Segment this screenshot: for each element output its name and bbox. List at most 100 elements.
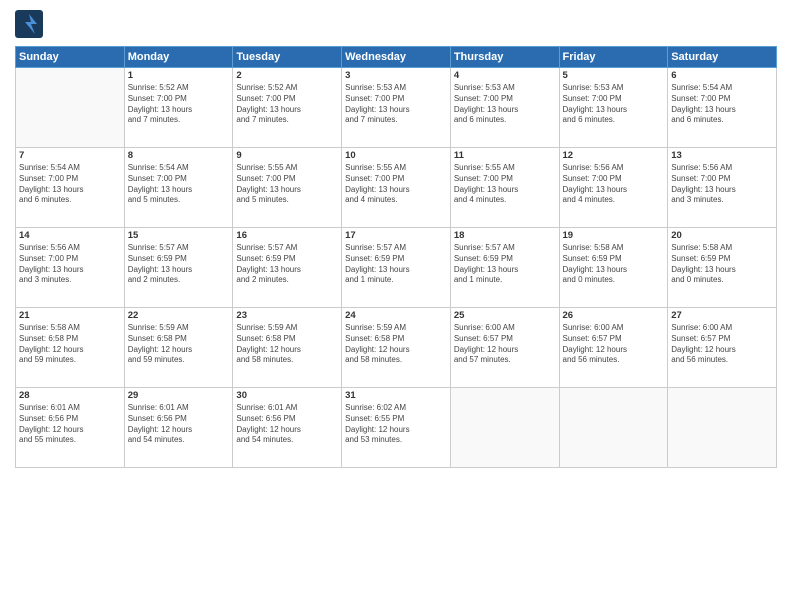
- day-info: Sunrise: 5:57 AM Sunset: 6:59 PM Dayligh…: [128, 243, 230, 286]
- calendar-cell: 20Sunrise: 5:58 AM Sunset: 6:59 PM Dayli…: [668, 228, 777, 308]
- day-number: 18: [454, 230, 556, 241]
- calendar-cell: 19Sunrise: 5:58 AM Sunset: 6:59 PM Dayli…: [559, 228, 668, 308]
- main-container: SundayMondayTuesdayWednesdayThursdayFrid…: [0, 0, 792, 478]
- calendar-cell: 5 Sunrise: 5:53 AM Sunset: 7:00 PM Daylig…: [559, 68, 668, 148]
- day-info: Sunrise: 5:59 AM Sunset: 6:58 PM Dayligh…: [236, 323, 338, 366]
- weekday-header: Tuesday: [233, 47, 342, 68]
- day-info: Sunrise: 5:55 AM Sunset: 7:00 PM Dayligh…: [345, 163, 447, 206]
- weekday-header: Thursday: [450, 47, 559, 68]
- day-info: Sunrise: 5:58 AM Sunset: 6:58 PM Dayligh…: [19, 323, 121, 366]
- calendar-cell: 11 Sunrise: 5:55 AM Sunset: 7:00 PM Dayli…: [450, 148, 559, 228]
- day-number: 10: [345, 150, 447, 161]
- day-info: Sunrise: 5:52 AM Sunset: 7:00 PM Dayligh…: [236, 83, 338, 126]
- day-info: Sunrise: 6:01 AM Sunset: 6:56 PM Dayligh…: [236, 403, 338, 446]
- calendar-cell: 31 Sunrise: 6:02 AM Sunset: 6:55 PM Dayli…: [342, 388, 451, 468]
- calendar-cell: 15 Sunrise: 5:57 AM Sunset: 6:59 PM Dayli…: [124, 228, 233, 308]
- calendar-cell: 17 Sunrise: 5:57 AM Sunset: 6:59 PM Dayli…: [342, 228, 451, 308]
- calendar-cell: 4 Sunrise: 5:53 AM Sunset: 7:00 PM Daylig…: [450, 68, 559, 148]
- day-number: 29: [128, 390, 230, 401]
- day-info: Sunrise: 5:56 AM Sunset: 7:00 PM Dayligh…: [563, 163, 665, 206]
- weekday-header: Saturday: [668, 47, 777, 68]
- calendar-cell: [559, 388, 668, 468]
- calendar-body: 1 Sunrise: 5:52 AM Sunset: 7:00 PM Daylig…: [16, 68, 777, 468]
- calendar-week-row: 1 Sunrise: 5:52 AM Sunset: 7:00 PM Daylig…: [16, 68, 777, 148]
- day-info: Sunrise: 5:56 AM Sunset: 7:00 PM Dayligh…: [671, 163, 773, 206]
- day-info: Sunrise: 6:02 AM Sunset: 6:55 PM Dayligh…: [345, 403, 447, 446]
- day-number: 22: [128, 310, 230, 321]
- day-number: 28: [19, 390, 121, 401]
- calendar-cell: 30Sunrise: 6:01 AM Sunset: 6:56 PM Dayli…: [233, 388, 342, 468]
- day-info: Sunrise: 5:54 AM Sunset: 7:00 PM Dayligh…: [128, 163, 230, 206]
- day-number: 11: [454, 150, 556, 161]
- header-row: SundayMondayTuesdayWednesdayThursdayFrid…: [16, 47, 777, 68]
- day-number: 31: [345, 390, 447, 401]
- logo: [15, 10, 47, 38]
- calendar-cell: 14 Sunrise: 5:56 AM Sunset: 7:00 PM Dayli…: [16, 228, 125, 308]
- calendar-week-row: 14 Sunrise: 5:56 AM Sunset: 7:00 PM Dayli…: [16, 228, 777, 308]
- calendar-cell: 8Sunrise: 5:54 AM Sunset: 7:00 PM Daylig…: [124, 148, 233, 228]
- day-info: Sunrise: 5:53 AM Sunset: 7:00 PM Dayligh…: [454, 83, 556, 126]
- logo-icon: [15, 10, 43, 38]
- calendar-cell: 10 Sunrise: 5:55 AM Sunset: 7:00 PM Dayli…: [342, 148, 451, 228]
- calendar-table: SundayMondayTuesdayWednesdayThursdayFrid…: [15, 46, 777, 468]
- calendar-header: SundayMondayTuesdayWednesdayThursdayFrid…: [16, 47, 777, 68]
- day-number: 7: [19, 150, 121, 161]
- day-number: 14: [19, 230, 121, 241]
- calendar-cell: 3 Sunrise: 5:53 AM Sunset: 7:00 PM Daylig…: [342, 68, 451, 148]
- calendar-week-row: 21 Sunrise: 5:58 AM Sunset: 6:58 PM Dayli…: [16, 308, 777, 388]
- day-number: 19: [563, 230, 665, 241]
- day-number: 12: [563, 150, 665, 161]
- calendar-cell: 18Sunrise: 5:57 AM Sunset: 6:59 PM Dayli…: [450, 228, 559, 308]
- calendar-cell: 16 Sunrise: 5:57 AM Sunset: 6:59 PM Dayli…: [233, 228, 342, 308]
- day-number: 5: [563, 70, 665, 81]
- day-number: 21: [19, 310, 121, 321]
- day-number: 1: [128, 70, 230, 81]
- day-number: 2: [236, 70, 338, 81]
- day-info: Sunrise: 5:58 AM Sunset: 6:59 PM Dayligh…: [671, 243, 773, 286]
- calendar-cell: 7 Sunrise: 5:54 AM Sunset: 7:00 PM Daylig…: [16, 148, 125, 228]
- weekday-header: Wednesday: [342, 47, 451, 68]
- day-info: Sunrise: 5:54 AM Sunset: 7:00 PM Dayligh…: [19, 163, 121, 206]
- calendar-cell: 21 Sunrise: 5:58 AM Sunset: 6:58 PM Dayli…: [16, 308, 125, 388]
- day-info: Sunrise: 6:00 AM Sunset: 6:57 PM Dayligh…: [454, 323, 556, 366]
- day-number: 3: [345, 70, 447, 81]
- calendar-cell: 12 Sunrise: 5:56 AM Sunset: 7:00 PM Dayli…: [559, 148, 668, 228]
- calendar-cell: 28 Sunrise: 6:01 AM Sunset: 6:56 PM Dayli…: [16, 388, 125, 468]
- calendar-cell: 25 Sunrise: 6:00 AM Sunset: 6:57 PM Dayli…: [450, 308, 559, 388]
- calendar-cell: 26 Sunrise: 6:00 AM Sunset: 6:57 PM Dayli…: [559, 308, 668, 388]
- day-number: 15: [128, 230, 230, 241]
- day-info: Sunrise: 5:57 AM Sunset: 6:59 PM Dayligh…: [236, 243, 338, 286]
- day-info: Sunrise: 6:00 AM Sunset: 6:57 PM Dayligh…: [563, 323, 665, 366]
- day-number: 27: [671, 310, 773, 321]
- weekday-header: Sunday: [16, 47, 125, 68]
- header: [15, 10, 777, 38]
- day-info: Sunrise: 5:59 AM Sunset: 6:58 PM Dayligh…: [128, 323, 230, 366]
- day-info: Sunrise: 5:55 AM Sunset: 7:00 PM Dayligh…: [454, 163, 556, 206]
- day-info: Sunrise: 5:56 AM Sunset: 7:00 PM Dayligh…: [19, 243, 121, 286]
- calendar-cell: [16, 68, 125, 148]
- day-info: Sunrise: 5:59 AM Sunset: 6:58 PM Dayligh…: [345, 323, 447, 366]
- calendar-cell: 29Sunrise: 6:01 AM Sunset: 6:56 PM Dayli…: [124, 388, 233, 468]
- day-info: Sunrise: 5:57 AM Sunset: 6:59 PM Dayligh…: [345, 243, 447, 286]
- day-number: 16: [236, 230, 338, 241]
- calendar-cell: 27Sunrise: 6:00 AM Sunset: 6:57 PM Dayli…: [668, 308, 777, 388]
- calendar-cell: 22 Sunrise: 5:59 AM Sunset: 6:58 PM Dayli…: [124, 308, 233, 388]
- day-number: 6: [671, 70, 773, 81]
- day-number: 17: [345, 230, 447, 241]
- day-info: Sunrise: 6:01 AM Sunset: 6:56 PM Dayligh…: [19, 403, 121, 446]
- day-number: 4: [454, 70, 556, 81]
- calendar-cell: 13Sunrise: 5:56 AM Sunset: 7:00 PM Dayli…: [668, 148, 777, 228]
- day-info: Sunrise: 5:54 AM Sunset: 7:00 PM Dayligh…: [671, 83, 773, 126]
- calendar-week-row: 28 Sunrise: 6:01 AM Sunset: 6:56 PM Dayli…: [16, 388, 777, 468]
- calendar-cell: [668, 388, 777, 468]
- calendar-cell: [450, 388, 559, 468]
- day-number: 26: [563, 310, 665, 321]
- day-info: Sunrise: 5:53 AM Sunset: 7:00 PM Dayligh…: [563, 83, 665, 126]
- day-number: 24: [345, 310, 447, 321]
- day-info: Sunrise: 5:52 AM Sunset: 7:00 PM Dayligh…: [128, 83, 230, 126]
- day-info: Sunrise: 5:53 AM Sunset: 7:00 PM Dayligh…: [345, 83, 447, 126]
- day-info: Sunrise: 5:55 AM Sunset: 7:00 PM Dayligh…: [236, 163, 338, 206]
- day-number: 23: [236, 310, 338, 321]
- calendar-cell: 9Sunrise: 5:55 AM Sunset: 7:00 PM Daylig…: [233, 148, 342, 228]
- day-number: 25: [454, 310, 556, 321]
